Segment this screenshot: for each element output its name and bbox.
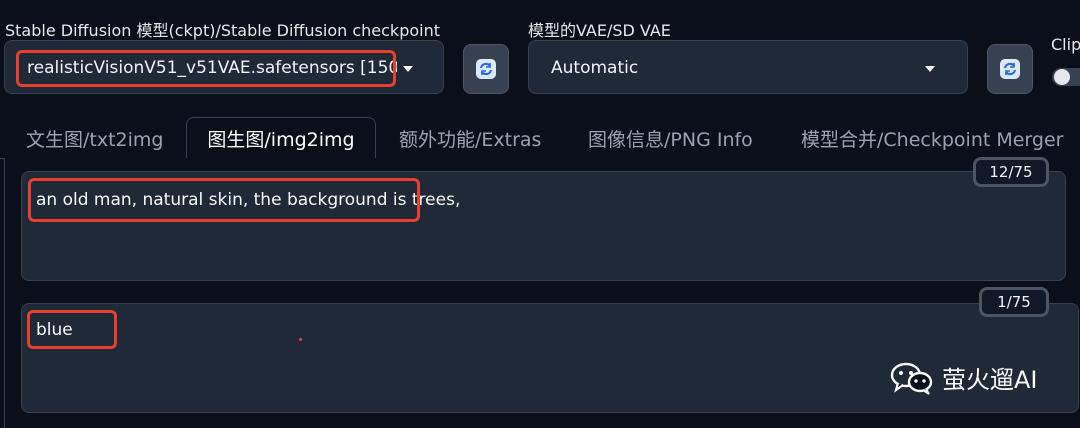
vae-value: Automatic [551,58,639,78]
refresh-icon [1000,59,1020,79]
refresh-vae-button[interactable] [987,44,1033,94]
clip-slider[interactable] [1052,68,1080,86]
tab-checkpoint-merger[interactable]: 模型合并/Checkpoint Merger [801,117,1063,159]
refresh-icon [476,59,496,79]
tab-png-info[interactable]: 图像信息/PNG Info [588,117,753,159]
chevron-down-icon [925,66,935,72]
negative-prompt-textarea[interactable] [21,303,1079,413]
highlight-box-checkpoint [16,50,396,87]
slider-knob[interactable] [1054,69,1070,85]
refresh-checkpoint-button[interactable] [463,44,509,94]
negative-prompt-token-counter: 1/75 [979,287,1049,317]
sd-webui-screen: Stable Diffusion 模型(ckpt)/Stable Diffusi… [0,0,1080,428]
chevron-down-icon [403,66,413,72]
prompt-token-counter: 12/75 [973,157,1049,187]
highlight-box-negative-prompt [27,310,117,349]
checkpoint-label: Stable Diffusion 模型(ckpt)/Stable Diffusi… [5,21,441,40]
watermark: 萤火遛AI [890,360,1038,395]
vae-dropdown[interactable]: Automatic [528,40,968,94]
tab-extras[interactable]: 额外功能/Extras [399,117,541,159]
tab-txt2img[interactable]: 文生图/txt2img [26,117,163,159]
clip-label: Clip [1051,35,1080,54]
highlight-box-prompt [28,178,420,222]
cursor-dot [299,338,302,341]
wechat-icon [890,362,933,395]
watermark-text: 萤火遛AI [942,366,1038,394]
tab-img2img[interactable]: 图生图/img2img [186,117,376,159]
vae-label: 模型的VAE/SD VAE [528,21,671,40]
